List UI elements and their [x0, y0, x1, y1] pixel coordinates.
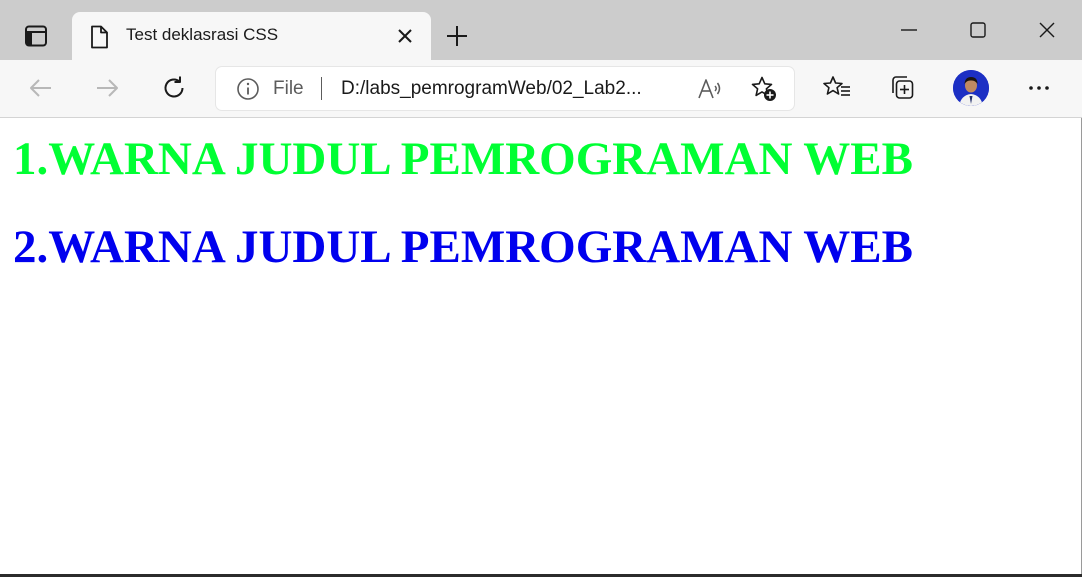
read-aloud-icon[interactable] — [697, 77, 723, 101]
tab-title: Test deklasrasi CSS — [126, 25, 279, 44]
close-tab-button[interactable] — [394, 25, 416, 47]
refresh-icon — [164, 76, 184, 98]
favorites-button[interactable] — [821, 72, 853, 104]
plus-icon — [447, 26, 467, 46]
more-button[interactable] — [1023, 72, 1055, 104]
favorites-icon — [823, 76, 850, 96]
minimize-button[interactable] — [891, 12, 927, 48]
browser-window: Test deklasrasi CSS File D:/labs_pemrogr… — [0, 0, 1082, 574]
back-arrow-icon — [30, 79, 51, 97]
tab-actions-icon — [25, 25, 47, 47]
collections-button[interactable] — [886, 72, 918, 104]
profile-picture — [953, 70, 989, 106]
tab-strip: Test deklasrasi CSS — [0, 0, 1082, 60]
scheme-label: File — [273, 78, 304, 99]
back-button[interactable] — [25, 72, 57, 104]
collections-icon — [892, 76, 914, 99]
add-favorite-icon[interactable] — [750, 75, 778, 103]
close-icon — [1039, 22, 1055, 38]
page-content: 1.WARNA JUDUL PEMROGRAMAN WEB 2.WARNA JU… — [0, 118, 1082, 574]
forward-button[interactable] — [91, 72, 123, 104]
minimize-icon — [901, 29, 917, 31]
heading-2: 2.WARNA JUDUL PEMROGRAMAN WEB — [13, 221, 913, 273]
close-icon — [398, 29, 412, 43]
page-icon — [91, 25, 108, 49]
refresh-button[interactable] — [158, 72, 190, 104]
forward-arrow-icon — [97, 79, 118, 97]
close-window-button[interactable] — [1029, 12, 1065, 48]
avatar[interactable] — [953, 70, 989, 106]
maximize-button[interactable] — [960, 12, 996, 48]
info-icon[interactable] — [236, 77, 260, 101]
browser-toolbar: File D:/labs_pemrogramWeb/02_Lab2... — [0, 60, 1082, 118]
heading-1: 1.WARNA JUDUL PEMROGRAMAN WEB — [13, 133, 913, 185]
tab-actions-button[interactable] — [14, 22, 58, 50]
address-separator — [321, 77, 322, 100]
url-text[interactable]: D:/labs_pemrogramWeb/02_Lab2... — [341, 78, 642, 100]
active-tab[interactable]: Test deklasrasi CSS — [72, 12, 431, 60]
address-bar[interactable]: File D:/labs_pemrogramWeb/02_Lab2... — [216, 67, 794, 110]
maximize-icon — [970, 22, 986, 38]
more-icon — [1029, 86, 1049, 90]
new-tab-button[interactable] — [443, 22, 471, 50]
